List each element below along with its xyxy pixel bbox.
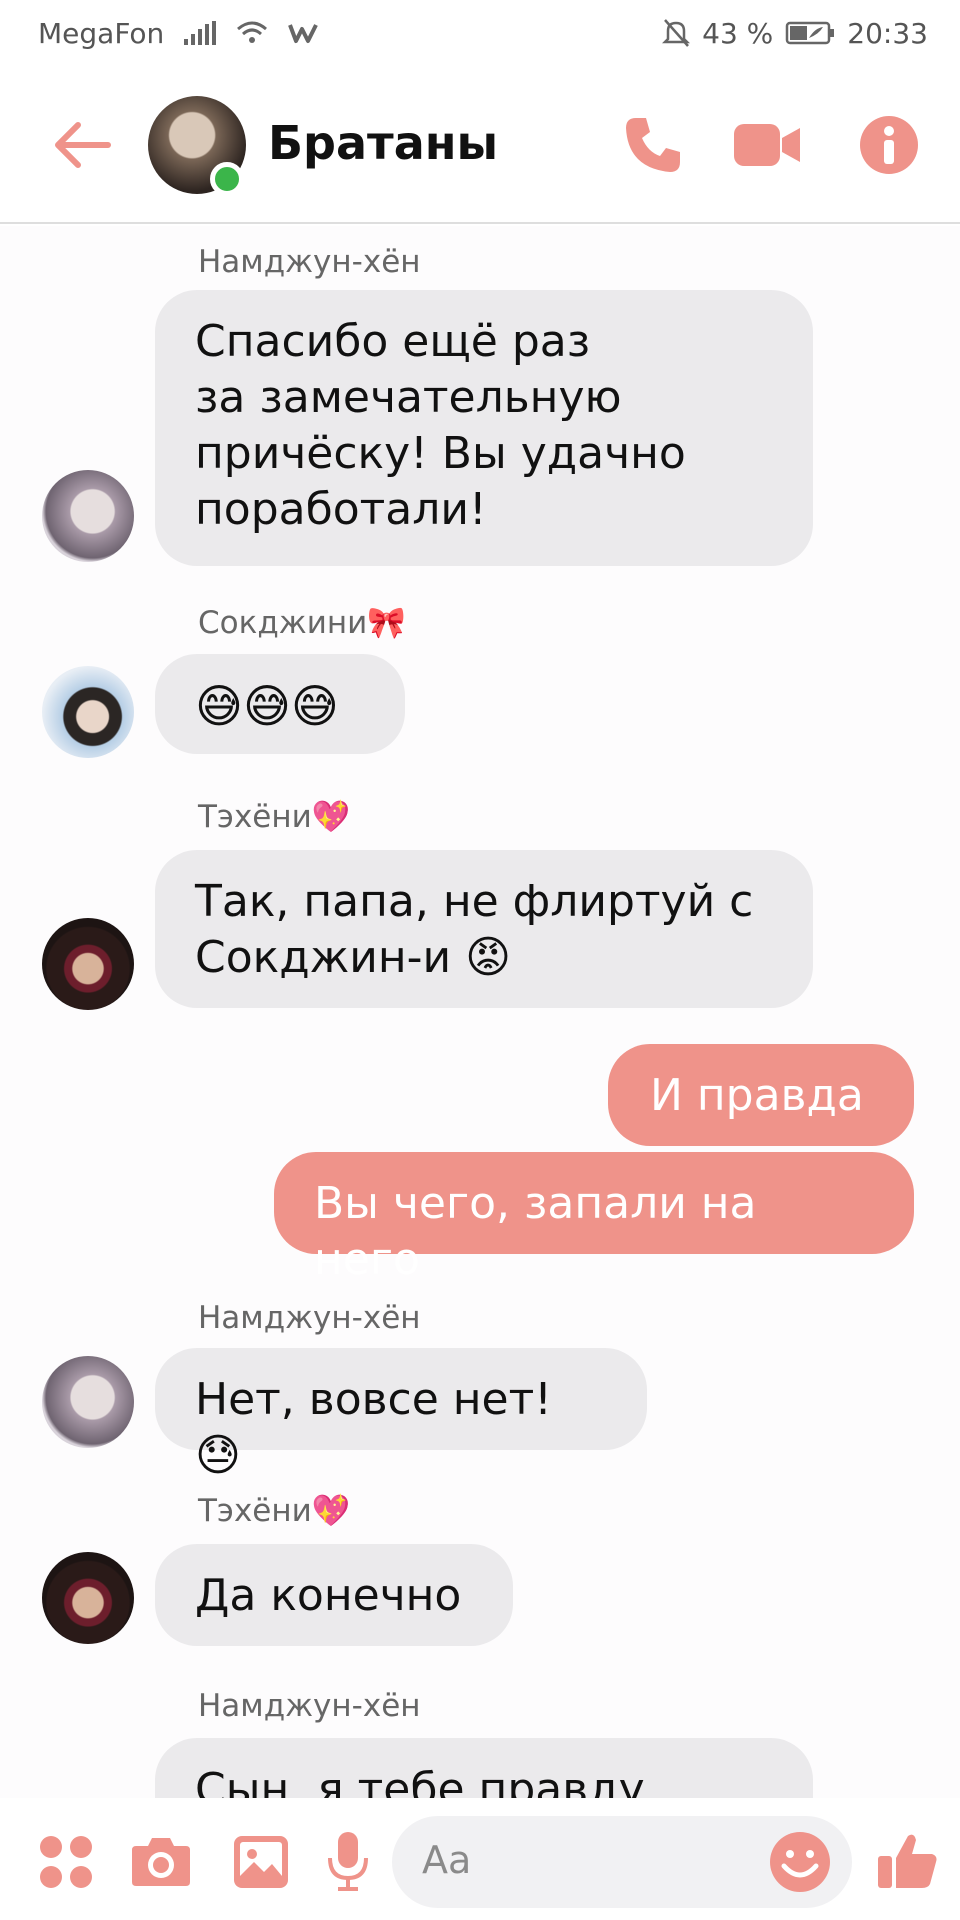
online-indicator xyxy=(210,162,244,196)
back-arrow-icon[interactable] xyxy=(52,120,112,170)
message-bubble-outgoing[interactable]: Вы чего, запали на него xyxy=(274,1152,914,1285)
avatar[interactable] xyxy=(42,1356,134,1448)
carrier-name: MegaFon xyxy=(38,16,165,50)
composer-bar xyxy=(0,1800,960,1920)
message-bubble-incoming[interactable]: 😅😅😅 xyxy=(155,654,405,754)
sender-name: Сокджини🎀 xyxy=(198,605,406,641)
status-bar: MegaFon 43 % 20:33 xyxy=(0,0,960,66)
message-text: И правда xyxy=(650,1070,864,1121)
sender-name: Тэхёни💖 xyxy=(198,799,351,835)
video-icon[interactable] xyxy=(732,114,802,176)
avatar[interactable] xyxy=(42,918,134,1010)
muted-bell-icon xyxy=(662,19,691,47)
message-line: причёску! Вы удачно xyxy=(195,428,686,479)
signal-icon xyxy=(184,21,217,45)
message-text: Нет, вовсе нет! 😓 xyxy=(195,1374,552,1481)
message-line: Спасибо ещё раз xyxy=(195,316,591,367)
wifi-icon xyxy=(237,21,268,43)
sender-name: Намджун-хён xyxy=(198,1688,421,1724)
message-bubble-incoming[interactable]: Сын, я тебе правду xyxy=(155,1738,813,1798)
emoji-icon[interactable] xyxy=(768,1830,832,1894)
message-input[interactable] xyxy=(422,1838,722,1882)
like-icon[interactable] xyxy=(876,1828,940,1892)
avatar[interactable] xyxy=(42,666,134,758)
message-line: Так, папа, не флиртуй с xyxy=(195,876,754,927)
info-icon[interactable] xyxy=(858,114,920,176)
battery-icon xyxy=(786,21,835,45)
message-input-container[interactable] xyxy=(392,1816,852,1908)
chat-title[interactable]: Братаны xyxy=(268,116,498,170)
message-text: Да конечно xyxy=(195,1570,462,1621)
sender-name: Тэхёни💖 xyxy=(198,1493,351,1529)
message-bubble-incoming[interactable]: Да конечно xyxy=(155,1544,513,1646)
message-bubble-incoming[interactable]: Так, папа, не флиртуй с Сокджин-и 😡 xyxy=(155,850,813,1008)
message-bubble-incoming[interactable]: Нет, вовсе нет! 😓 xyxy=(155,1348,647,1481)
sender-name: Намджун-хён xyxy=(198,244,421,280)
gallery-icon[interactable] xyxy=(232,1834,290,1890)
microphone-icon[interactable] xyxy=(326,1830,370,1892)
chat-header: Братаны xyxy=(0,66,960,224)
w-app-icon xyxy=(288,24,319,43)
message-bubble-outgoing[interactable]: И правда xyxy=(608,1044,914,1146)
avatar[interactable] xyxy=(42,1552,134,1644)
avatar[interactable] xyxy=(42,470,134,562)
message-text: Сын, я тебе правду xyxy=(195,1764,645,1798)
battery-percent: 43 % xyxy=(702,16,774,50)
message-text: Вы чего, запали на него xyxy=(314,1178,757,1285)
message-line: за замечательную xyxy=(195,372,622,423)
message-line: Сокджин-и 😡 xyxy=(195,932,511,983)
apps-icon[interactable] xyxy=(38,1834,94,1890)
clock: 20:33 xyxy=(847,16,928,50)
camera-icon[interactable] xyxy=(130,1836,192,1888)
message-list[interactable]: Намджун-хён Спасибо ещё раз за замечател… xyxy=(0,226,960,1798)
message-bubble-incoming[interactable]: Спасибо ещё раз за замечательную причёск… xyxy=(155,290,813,566)
phone-icon[interactable] xyxy=(622,114,684,176)
sender-name: Намджун-хён xyxy=(198,1300,421,1336)
message-line: поработали! xyxy=(195,484,487,535)
message-text: 😅😅😅 xyxy=(195,679,339,733)
